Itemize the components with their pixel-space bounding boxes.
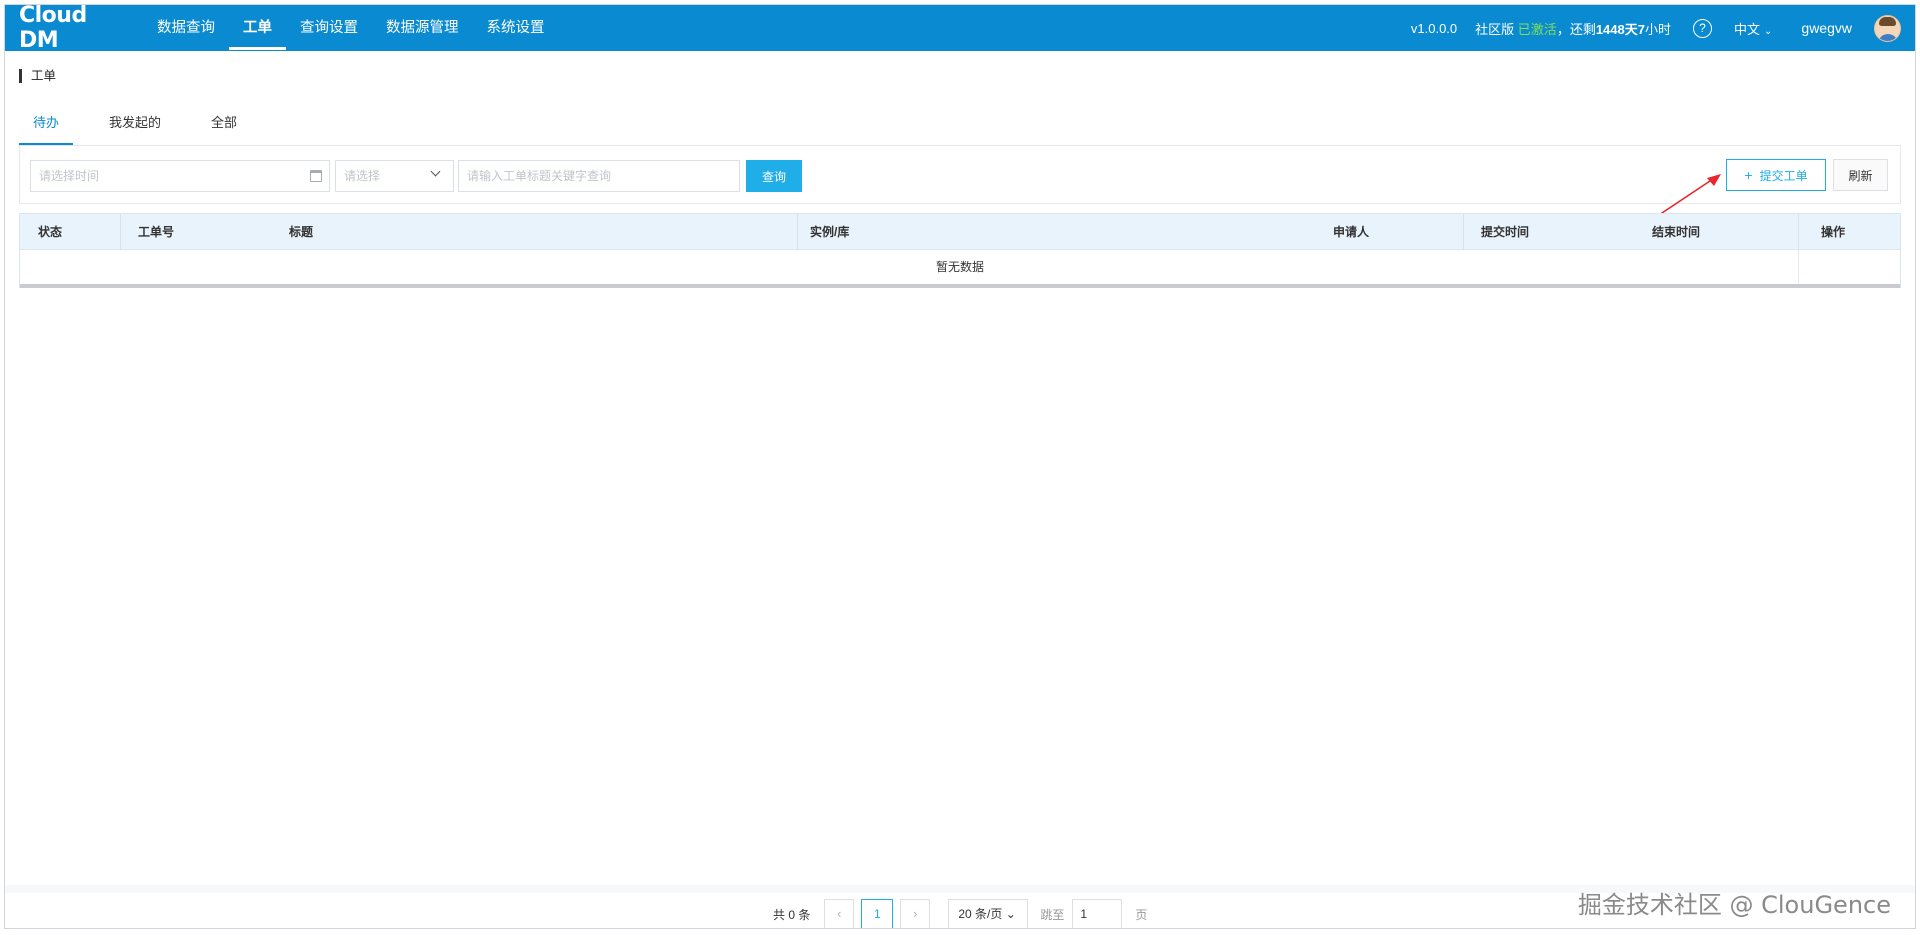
column-divider xyxy=(797,214,798,250)
refresh-button[interactable]: 刷新 xyxy=(1833,159,1888,191)
remaining-value: 1448天7 xyxy=(1595,21,1645,37)
calendar-icon[interactable] xyxy=(310,170,322,182)
date-picker-input[interactable] xyxy=(30,160,330,192)
table-scrollbar[interactable] xyxy=(20,284,1900,288)
column-header-title: 标题 xyxy=(289,225,314,239)
main-nav: 数据查询 工单 查询设置 数据源管理 系统设置 xyxy=(143,5,559,51)
plus-icon: + xyxy=(1744,167,1753,183)
ticket-tabs: 待办 我发起的 全部 xyxy=(19,113,273,145)
license-status: 社区版 已激活，还剩1448天7小时 xyxy=(1475,19,1671,38)
pagination: 共 0 条 ‹ 1 › 20 条/页 ⌄ 跳至 页 xyxy=(773,899,1148,928)
activation-state: 已激活 xyxy=(1517,21,1557,37)
watermark: 掘金技术社区 @ ClouGence xyxy=(1577,891,1891,919)
tab-todo[interactable]: 待办 xyxy=(19,113,74,145)
avatar[interactable] xyxy=(1874,14,1901,42)
column-divider xyxy=(1798,214,1799,250)
column-header-status: 状态 xyxy=(38,225,63,239)
version-label: v1.0.0.0 xyxy=(1410,20,1458,36)
language-switcher[interactable]: 中文 ⌄ xyxy=(1734,19,1772,38)
page-size-select[interactable]: 20 条/页 ⌄ xyxy=(948,899,1029,928)
remaining-prefix: ，还剩 xyxy=(1556,21,1596,37)
column-divider xyxy=(1798,250,1799,288)
nav-item-data-query[interactable]: 数据查询 xyxy=(143,5,229,51)
username[interactable]: gwegvw xyxy=(1801,20,1852,36)
goto-page-input[interactable] xyxy=(1072,899,1123,928)
chevron-down-icon: ⌄ xyxy=(1764,25,1773,37)
tab-all[interactable]: 全部 xyxy=(197,113,251,145)
top-nav-bar: Cloud DM 数据查询 工单 查询设置 数据源管理 系统设置 v1.0.0.… xyxy=(5,5,1915,53)
column-header-actions: 操作 xyxy=(1821,225,1846,239)
column-divider xyxy=(120,214,121,250)
ticket-table: 状态 工单号 标题 实例/库 申请人 提交时间 结束时间 操作 暂无数据 xyxy=(19,213,1901,288)
page-title: 工单 xyxy=(19,69,56,83)
submit-ticket-label: 提交工单 xyxy=(1759,168,1808,183)
chevron-down-icon: ⌄ xyxy=(1005,907,1016,921)
table-empty-row: 暂无数据 xyxy=(20,250,1900,288)
status-select[interactable] xyxy=(335,160,454,192)
total-count: 共 0 条 xyxy=(773,907,811,922)
column-header-applicant: 申请人 xyxy=(1333,225,1370,239)
help-icon[interactable]: ? xyxy=(1693,18,1712,38)
nav-item-datasource-management[interactable]: 数据源管理 xyxy=(372,5,473,51)
edition-label: 社区版 xyxy=(1475,21,1515,37)
nav-item-tickets[interactable]: 工单 xyxy=(229,5,286,51)
next-page-button[interactable]: › xyxy=(900,899,931,928)
query-button[interactable]: 查询 xyxy=(746,160,802,192)
column-header-end-time: 结束时间 xyxy=(1652,225,1701,239)
prev-page-button[interactable]: ‹ xyxy=(824,899,855,928)
app-window: Cloud DM 数据查询 工单 查询设置 数据源管理 系统设置 v1.0.0.… xyxy=(4,4,1916,929)
goto-label: 跳至 xyxy=(1040,907,1065,922)
nav-item-system-settings[interactable]: 系统设置 xyxy=(473,5,559,51)
page-number-button[interactable]: 1 xyxy=(861,899,894,928)
empty-text: 暂无数据 xyxy=(935,260,984,274)
column-header-ticket-no: 工单号 xyxy=(138,225,175,239)
header-right: v1.0.0.0 社区版 已激活，还剩1448天7小时 ? 中文 ⌄ gwegvw xyxy=(1411,5,1915,51)
remaining-suffix: 小时 xyxy=(1644,21,1671,37)
tab-initiated-by-me[interactable]: 我发起的 xyxy=(95,113,175,145)
table-header: 状态 工单号 标题 实例/库 申请人 提交时间 结束时间 操作 xyxy=(20,214,1900,250)
nav-item-query-settings[interactable]: 查询设置 xyxy=(286,5,372,51)
column-divider xyxy=(1463,214,1464,250)
app-logo[interactable]: Cloud DM xyxy=(19,5,127,53)
filter-bar: 查询 + 提交工单 刷新 xyxy=(19,146,1901,204)
language-label: 中文 xyxy=(1734,21,1761,37)
page-suffix: 页 xyxy=(1135,907,1148,922)
column-header-submit-time: 提交时间 xyxy=(1481,225,1530,239)
page-size-label: 20 条/页 xyxy=(958,907,1003,921)
submit-ticket-button[interactable]: + 提交工单 xyxy=(1726,159,1826,191)
keyword-search-input[interactable] xyxy=(458,160,740,192)
column-header-instance-db: 实例/库 xyxy=(810,225,850,239)
